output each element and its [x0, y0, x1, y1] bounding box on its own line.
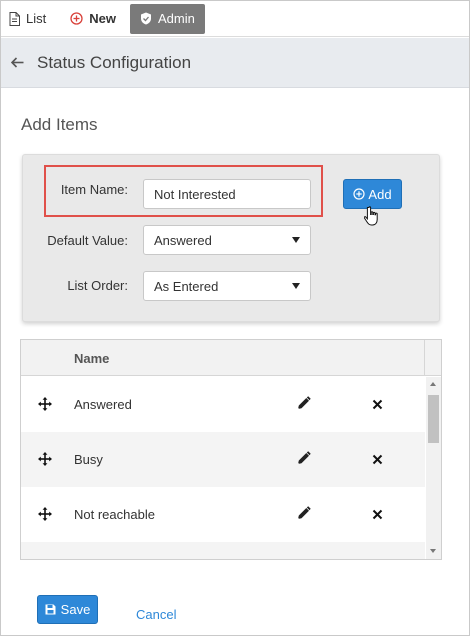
list-order-label: List Order:: [67, 278, 128, 293]
scroll-down-icon[interactable]: [430, 549, 436, 553]
save-button-label: Save: [60, 602, 91, 617]
plus-circle-icon: [353, 188, 366, 200]
default-value-select[interactable]: Answered: [143, 225, 311, 255]
pencil-icon[interactable]: [296, 506, 311, 526]
table-row-partial: [21, 542, 425, 559]
default-value-label: Default Value:: [47, 233, 128, 248]
close-icon[interactable]: [372, 452, 383, 470]
top-nav: List New Admin: [1, 1, 469, 37]
page-header: Status Configuration: [1, 38, 469, 88]
chevron-down-icon: [292, 283, 300, 289]
save-button[interactable]: Save: [37, 595, 98, 624]
scroll-up-icon[interactable]: [430, 382, 436, 386]
back-arrow-icon[interactable]: [11, 57, 25, 68]
scrollbar-thumb[interactable]: [428, 395, 439, 443]
nav-admin-label: Admin: [157, 11, 195, 26]
hand-cursor-icon: [363, 205, 384, 234]
nav-admin[interactable]: Admin: [129, 3, 205, 34]
column-header-name: Name: [74, 351, 110, 366]
row-name: Not reachable: [74, 507, 155, 522]
table-scrollbar[interactable]: [426, 377, 441, 559]
pencil-icon[interactable]: [296, 396, 311, 416]
table-row: Not reachable: [21, 487, 425, 542]
item-name-value: Not Interested: [154, 186, 236, 202]
nav-list[interactable]: List: [1, 4, 54, 34]
page-title: Status Configuration: [37, 52, 192, 72]
nav-new[interactable]: New: [62, 4, 124, 34]
close-icon[interactable]: [372, 507, 383, 525]
default-value-selected: Answered: [154, 232, 212, 248]
nav-new-label: New: [89, 11, 116, 26]
table-header: Name: [21, 340, 441, 376]
table-row: Answered: [21, 377, 425, 432]
chevron-down-icon: [292, 237, 300, 243]
row-name: Busy: [74, 452, 103, 467]
list-order-selected: As Entered: [154, 278, 219, 294]
item-name-label: Item Name:: [60, 182, 128, 197]
move-icon[interactable]: [38, 507, 52, 526]
row-name: Answered: [74, 397, 132, 412]
nav-list-label: List: [26, 11, 47, 26]
save-icon: [45, 604, 56, 615]
item-name-input[interactable]: Not Interested: [143, 179, 311, 209]
section-title: Add Items: [21, 115, 98, 134]
table-row: Busy: [21, 432, 425, 487]
list-order-select[interactable]: As Entered: [143, 271, 311, 301]
shield-icon: [140, 12, 152, 25]
cancel-link[interactable]: Cancel: [136, 607, 176, 622]
pencil-icon[interactable]: [296, 451, 311, 471]
move-icon[interactable]: [38, 452, 52, 471]
plus-circle-icon: [70, 12, 83, 25]
table-body: Answered Busy Not reachable: [21, 377, 425, 559]
header-divider: [424, 340, 425, 376]
document-icon: [9, 11, 20, 26]
close-icon[interactable]: [372, 397, 383, 415]
move-icon[interactable]: [38, 397, 52, 416]
add-button-label: Add: [368, 186, 392, 202]
items-table: Name Answered Busy Not reachable: [20, 339, 442, 560]
